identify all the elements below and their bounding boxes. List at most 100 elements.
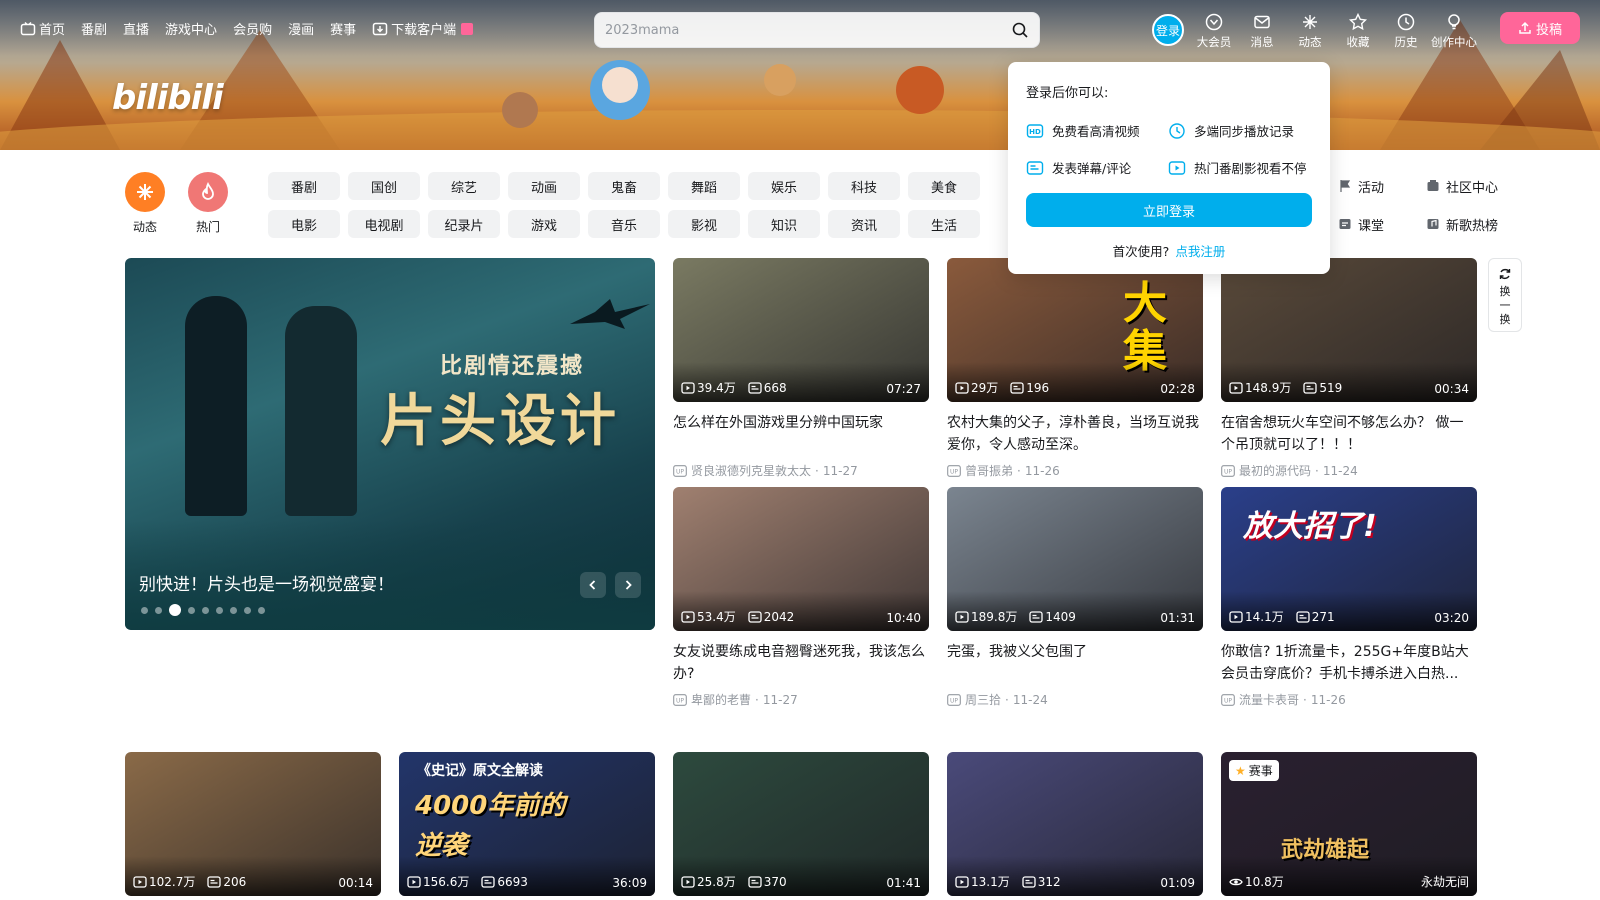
hero-carousel[interactable]: 比剧情还震撼 片头设计 别快进！片头也是一场视觉盛宴！ bbox=[125, 258, 655, 630]
channel-chip[interactable]: 生活 bbox=[908, 210, 980, 238]
register-prefix: 首次使用? bbox=[1112, 244, 1170, 259]
carousel-next-button[interactable] bbox=[615, 572, 641, 598]
nav-home[interactable]: 首页 bbox=[20, 19, 65, 38]
link-community[interactable]: 社区中心 bbox=[1426, 172, 1526, 200]
video-author[interactable]: 卑鄙的老曹 bbox=[691, 691, 751, 708]
video-thumbnail[interactable]: 189.8万 1409 01:31 bbox=[947, 487, 1203, 631]
carousel-dot[interactable] bbox=[202, 606, 209, 614]
channel-dynamic[interactable]: 动态 bbox=[125, 172, 165, 235]
svg-text:UP: UP bbox=[676, 468, 684, 475]
video-card[interactable]: 武劫雄起 ★ 赛事 10.8万 永劫无间 bbox=[1221, 752, 1477, 896]
flame-icon bbox=[202, 181, 214, 200]
video-title[interactable]: 完蛋，我被义父包围了 bbox=[947, 641, 1203, 685]
video-card[interactable]: 39.4万 668 07:27 怎么样在外国游戏里分辨中国玩家 UP 贤良淑德列克星敦太太… bbox=[673, 258, 929, 479]
video-thumbnail[interactable]: 大集 29万 196 02:28 bbox=[947, 258, 1203, 402]
carousel-dot[interactable] bbox=[244, 606, 251, 614]
login-avatar-button[interactable]: 登录 bbox=[1152, 14, 1184, 46]
nav-game-center[interactable]: 游戏中心 bbox=[165, 19, 217, 38]
video-thumbnail[interactable]: 53.4万 2042 10:40 bbox=[673, 487, 929, 631]
video-thumbnail[interactable]: 《史记》原文全解读 4000年前的逆袭 156.6万 6693 36:09 bbox=[399, 752, 655, 896]
nav-vip[interactable]: 大会员 bbox=[1190, 12, 1238, 50]
video-title[interactable]: 你敢信? 1折流量卡，255G+年度B站大会员击穿底价？手机卡搏杀进入白热... bbox=[1221, 641, 1477, 685]
carousel-dot[interactable] bbox=[141, 606, 148, 614]
video-thumbnail[interactable]: 武劫雄起 ★ 赛事 10.8万 永劫无间 bbox=[1221, 752, 1477, 896]
video-title[interactable]: 农村大集的父子，淳朴善良，当场互说我爱你，令人感动至深。 bbox=[947, 412, 1203, 456]
channel-chip[interactable]: 番剧 bbox=[268, 172, 340, 200]
video-card[interactable]: 13.1万 312 01:09 bbox=[947, 752, 1203, 896]
channel-chip[interactable]: 娱乐 bbox=[748, 172, 820, 200]
search-input[interactable] bbox=[605, 22, 1011, 38]
upload-button[interactable]: 投稿 bbox=[1500, 12, 1580, 44]
video-thumbnail[interactable]: 13.1万 312 01:09 bbox=[947, 752, 1203, 896]
nav-favorites[interactable]: 收藏 bbox=[1334, 12, 1382, 50]
side-links: 活动 社区中心 课堂 新歌热榜 bbox=[1338, 172, 1526, 238]
carousel-dot[interactable] bbox=[230, 606, 237, 614]
video-title[interactable]: 在宿舍想玩火车空间不够怎么办？ 做一个吊顶就可以了！！！ bbox=[1221, 412, 1477, 456]
video-card[interactable]: 189.8万 1409 01:31 完蛋，我被义父包围了 UP 周三拾 · 11-24 bbox=[947, 487, 1203, 708]
channel-chip[interactable]: 舞蹈 bbox=[668, 172, 740, 200]
refresh-button[interactable]: 换 一 换 bbox=[1488, 258, 1522, 332]
carousel-dot[interactable] bbox=[216, 606, 223, 614]
danmaku-count-icon bbox=[207, 875, 222, 888]
channel-chip[interactable]: 知识 bbox=[748, 210, 820, 238]
channel-chip[interactable]: 美食 bbox=[908, 172, 980, 200]
danmaku-count-icon bbox=[1010, 381, 1024, 394]
video-author[interactable]: 周三拾 bbox=[965, 691, 1001, 708]
video-thumbnail[interactable]: 25.8万 370 01:41 bbox=[673, 752, 929, 896]
nav-manga[interactable]: 漫画 bbox=[288, 19, 314, 38]
nav-creator-center[interactable]: 创作中心 bbox=[1430, 12, 1478, 50]
channel-chip[interactable]: 综艺 bbox=[428, 172, 500, 200]
link-classroom[interactable]: 课堂 bbox=[1338, 210, 1426, 238]
nav-messages[interactable]: 消息 bbox=[1238, 12, 1286, 50]
nav-dynamic[interactable]: 动态 bbox=[1286, 12, 1334, 50]
bilibili-logo[interactable]: bilibili bbox=[112, 78, 224, 118]
link-activity[interactable]: 活动 bbox=[1338, 172, 1426, 200]
video-card[interactable]: 102.7万 206 00:14 bbox=[125, 752, 381, 896]
carousel-dot[interactable] bbox=[155, 606, 162, 614]
carousel-dot[interactable] bbox=[258, 606, 265, 614]
channel-chip[interactable]: 音乐 bbox=[588, 210, 660, 238]
video-author[interactable]: 流量卡表哥 bbox=[1239, 691, 1299, 708]
nav-mall[interactable]: 会员购 bbox=[233, 19, 272, 38]
video-title[interactable]: 女友说要练成电音翘臀迷死我，我该怎么办? bbox=[673, 641, 929, 685]
video-card[interactable]: 25.8万 370 01:41 bbox=[673, 752, 929, 896]
channel-chip[interactable]: 影视 bbox=[668, 210, 740, 238]
video-card[interactable]: 53.4万 2042 10:40 女友说要练成电音翘臀迷死我，我该怎么办? UP 卑鄙的老… bbox=[673, 487, 929, 708]
channel-chip[interactable]: 纪录片 bbox=[428, 210, 500, 238]
video-author[interactable]: 最初的源代码 bbox=[1239, 462, 1311, 479]
nav-esports[interactable]: 赛事 bbox=[330, 19, 356, 38]
video-card[interactable]: 《史记》原文全解读 4000年前的逆袭 156.6万 6693 36:09 bbox=[399, 752, 655, 896]
video-author[interactable]: 贤良淑德列克星敦太太 bbox=[691, 462, 811, 479]
video-card[interactable]: 放大招了! 14.1万 271 03:20 你敢信? 1折流量卡，255G+年度B站大会… bbox=[1221, 487, 1477, 708]
video-author[interactable]: 曾哥振弟 bbox=[965, 462, 1013, 479]
search-icon[interactable] bbox=[1011, 21, 1029, 39]
carousel-dot[interactable] bbox=[188, 606, 195, 614]
channel-chip[interactable]: 动画 bbox=[508, 172, 580, 200]
channel-chip[interactable]: 科技 bbox=[828, 172, 900, 200]
nav-history[interactable]: 历史 bbox=[1382, 12, 1430, 50]
channel-hot[interactable]: 热门 bbox=[188, 172, 228, 235]
video-thumbnail[interactable]: 39.4万 668 07:27 bbox=[673, 258, 929, 402]
new-badge bbox=[461, 22, 474, 35]
video-thumbnail[interactable]: 放大招了! 14.1万 271 03:20 bbox=[1221, 487, 1477, 631]
video-thumbnail[interactable]: 102.7万 206 00:14 bbox=[125, 752, 381, 896]
nav-anime[interactable]: 番剧 bbox=[81, 19, 107, 38]
video-title[interactable]: 怎么样在外国游戏里分辨中国玩家 bbox=[673, 412, 929, 456]
video-card[interactable]: 大集 29万 196 02:28 农村大集的父子，淳朴善良，当场互说我爱你，令人感动至深… bbox=[947, 258, 1203, 479]
nav-live[interactable]: 直播 bbox=[123, 19, 149, 38]
channel-chip[interactable]: 国创 bbox=[348, 172, 420, 200]
channel-chip[interactable]: 电视剧 bbox=[348, 210, 420, 238]
carousel-dot-active[interactable] bbox=[169, 604, 181, 616]
view-count: 39.4万 bbox=[681, 379, 736, 396]
register-link[interactable]: 点我注册 bbox=[1175, 244, 1225, 259]
video-thumbnail[interactable]: 148.9万 519 00:34 bbox=[1221, 258, 1477, 402]
carousel-prev-button[interactable] bbox=[580, 572, 606, 598]
login-now-button[interactable]: 立即登录 bbox=[1026, 193, 1312, 227]
link-new-songs[interactable]: 新歌热榜 bbox=[1426, 210, 1526, 238]
channel-chip[interactable]: 鬼畜 bbox=[588, 172, 660, 200]
channel-chip[interactable]: 电影 bbox=[268, 210, 340, 238]
nav-download-client[interactable]: 下载客户端 bbox=[372, 19, 474, 38]
channel-chip[interactable]: 资讯 bbox=[828, 210, 900, 238]
channel-chip[interactable]: 游戏 bbox=[508, 210, 580, 238]
video-card[interactable]: 148.9万 519 00:34 在宿舍想玩火车空间不够怎么办？ 做一个吊顶就可以了！… bbox=[1221, 258, 1477, 479]
